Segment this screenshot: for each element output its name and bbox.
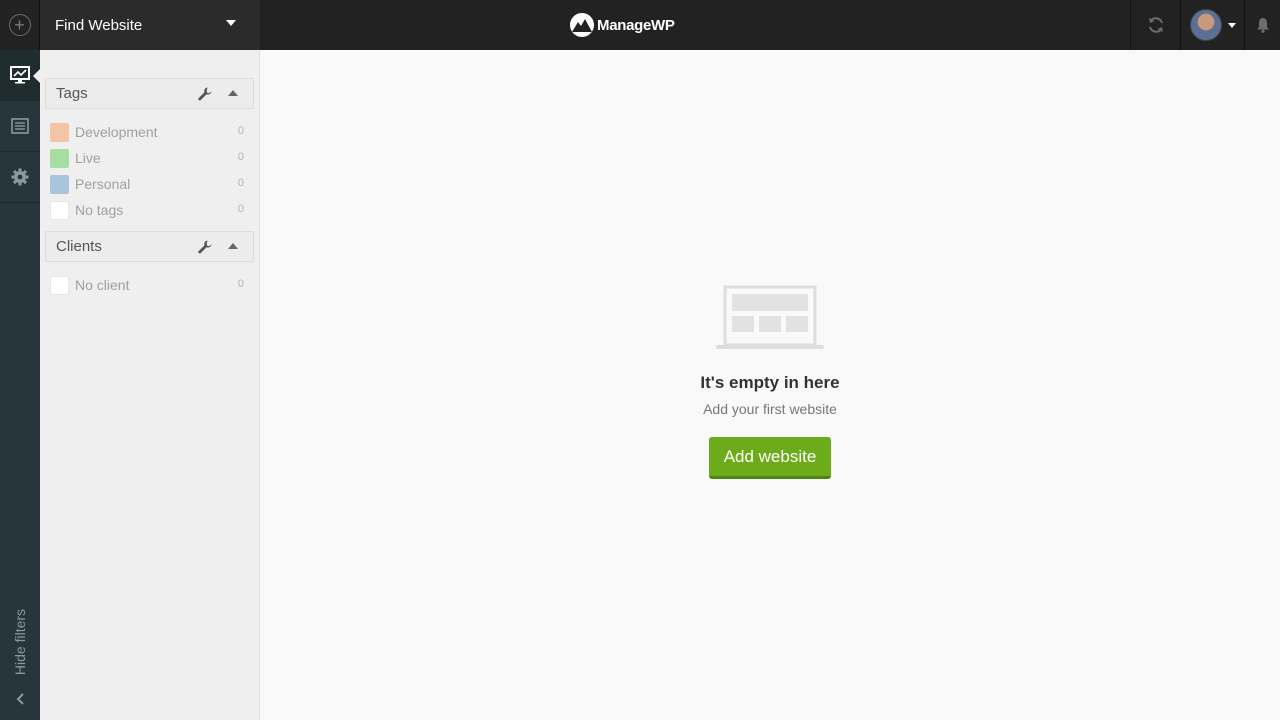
tag-filter-personal[interactable]: Personal 0 bbox=[45, 171, 254, 197]
tag-label: Development bbox=[75, 124, 158, 140]
empty-website-illustration-icon bbox=[716, 285, 824, 349]
find-website-label: Find Website bbox=[55, 16, 143, 34]
client-count: 0 bbox=[237, 278, 244, 290]
wrench-icon[interactable] bbox=[197, 86, 213, 102]
logo-text: ManageWP bbox=[597, 16, 675, 34]
clients-filter-title: Clients bbox=[56, 238, 102, 255]
tag-color-swatch bbox=[50, 148, 69, 168]
empty-state: It's empty in here Add your first websit… bbox=[260, 285, 1280, 479]
list-icon bbox=[11, 118, 29, 134]
client-label: No client bbox=[75, 277, 130, 293]
avatar bbox=[1189, 9, 1222, 41]
chevron-down-icon bbox=[1227, 22, 1236, 28]
add-website-button[interactable]: Add website bbox=[708, 437, 832, 479]
filters-panel: Tags Development 0 Live 0 Personal 0 No … bbox=[40, 50, 260, 720]
profile-menu[interactable] bbox=[1180, 0, 1244, 50]
refresh-button[interactable] bbox=[1130, 0, 1180, 50]
nav-dashboard[interactable] bbox=[0, 50, 40, 101]
chevron-up-icon[interactable] bbox=[228, 243, 238, 249]
collapse-filters-button[interactable] bbox=[0, 688, 40, 710]
add-website-top-button[interactable]: + bbox=[0, 0, 40, 50]
tag-count: 0 bbox=[237, 125, 244, 137]
find-website-dropdown[interactable]: Find Website bbox=[40, 0, 260, 50]
client-color-swatch bbox=[50, 275, 69, 295]
tags-filter-list: Development 0 Live 0 Personal 0 No tags … bbox=[45, 109, 254, 231]
tag-count: 0 bbox=[237, 203, 244, 215]
tag-label: Live bbox=[75, 150, 101, 166]
chevron-left-icon bbox=[16, 693, 24, 705]
tag-color-swatch bbox=[50, 200, 69, 220]
tag-label: No tags bbox=[75, 202, 124, 218]
clients-filter-list: No client 0 bbox=[45, 262, 254, 306]
empty-state-title: It's empty in here bbox=[700, 373, 840, 392]
chevron-down-icon bbox=[226, 20, 236, 26]
tag-filter-development[interactable]: Development 0 bbox=[45, 119, 254, 145]
tag-count: 0 bbox=[237, 177, 244, 189]
nav-list[interactable] bbox=[0, 101, 40, 152]
logo-mountain-icon bbox=[570, 13, 594, 37]
tag-label: Personal bbox=[75, 176, 131, 192]
tag-filter-no-tags[interactable]: No tags 0 bbox=[45, 197, 254, 223]
hide-filters-label: Hide filters bbox=[12, 608, 29, 676]
nav-settings[interactable] bbox=[0, 152, 40, 203]
top-bar: + Find Website ManageWP bbox=[0, 0, 1280, 50]
tags-filter-header[interactable]: Tags bbox=[45, 78, 254, 109]
bell-icon bbox=[1256, 18, 1269, 33]
tag-color-swatch bbox=[50, 174, 69, 194]
client-filter-no-client[interactable]: No client 0 bbox=[45, 272, 254, 298]
clients-filter-header[interactable]: Clients bbox=[45, 231, 254, 262]
hide-filters-toggle[interactable]: Hide filters bbox=[0, 602, 40, 682]
tag-filter-live[interactable]: Live 0 bbox=[45, 145, 254, 171]
refresh-icon bbox=[1148, 17, 1163, 33]
empty-state-subtitle: Add your first website bbox=[703, 401, 837, 417]
tags-filter-title: Tags bbox=[56, 85, 88, 102]
circle-plus-icon: + bbox=[8, 14, 31, 36]
managewp-logo[interactable]: ManageWP bbox=[570, 12, 675, 38]
wrench-icon[interactable] bbox=[197, 239, 213, 255]
dashboard-monitor-icon bbox=[10, 66, 30, 84]
tag-count: 0 bbox=[237, 151, 244, 163]
chevron-up-icon[interactable] bbox=[228, 90, 238, 96]
left-nav-rail: Hide filters bbox=[0, 50, 40, 720]
top-right-controls bbox=[1130, 0, 1280, 50]
notifications-button[interactable] bbox=[1244, 0, 1280, 50]
main-content: It's empty in here Add your first websit… bbox=[260, 50, 1280, 720]
tag-color-swatch bbox=[50, 122, 69, 142]
gear-icon bbox=[11, 168, 29, 186]
